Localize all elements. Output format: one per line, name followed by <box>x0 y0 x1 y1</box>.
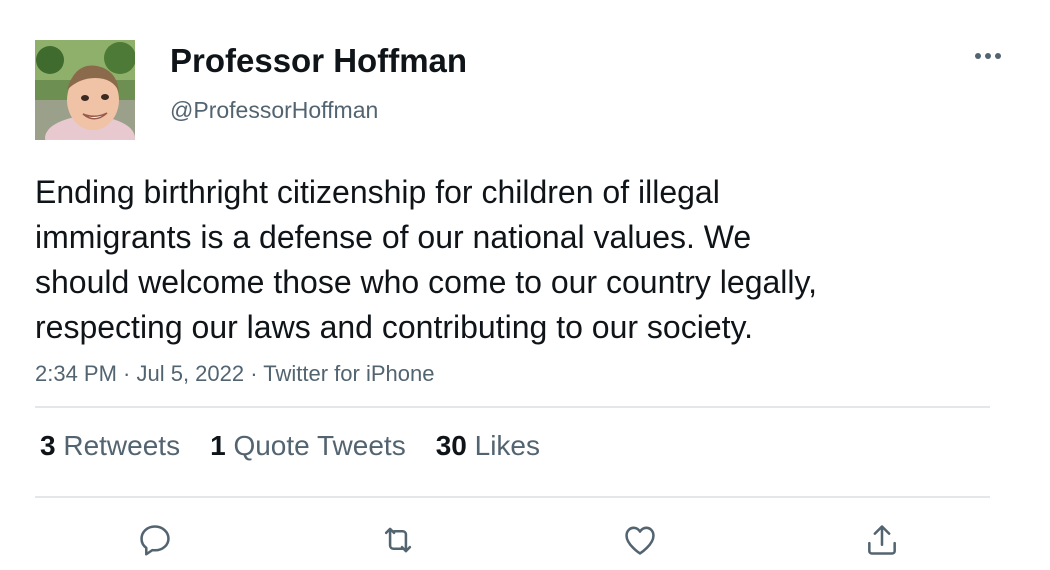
tweet-line: respecting our laws and contributing to … <box>35 309 754 345</box>
reply-bubble-icon <box>140 525 170 556</box>
author-name[interactable]: Professor Hoffman <box>170 42 467 80</box>
divider <box>35 406 990 408</box>
retweet-icon <box>384 527 412 553</box>
heart-icon <box>625 526 655 555</box>
reply-button[interactable] <box>133 518 177 562</box>
engagement-stats: 3 Retweets 1 Quote Tweets 30 Likes <box>40 430 570 462</box>
quote-tweets-label: Quote Tweets <box>233 430 406 461</box>
retweets-stat[interactable]: 3 Retweets <box>40 430 180 462</box>
tweet-text: Ending birthright citizenship for childr… <box>35 170 955 350</box>
tweet-line: should welcome those who come to our cou… <box>35 264 818 300</box>
likes-count: 30 <box>435 430 467 461</box>
more-dots-icon <box>975 53 1001 59</box>
retweets-label: Retweets <box>63 430 181 461</box>
more-options-button[interactable] <box>968 44 1008 68</box>
tweet-meta[interactable]: 2:34 PM · Jul 5, 2022 · Twitter for iPho… <box>35 361 434 387</box>
likes-stat[interactable]: 30 Likes <box>436 430 540 462</box>
retweets-count: 3 <box>40 430 56 461</box>
retweet-button[interactable] <box>376 518 420 562</box>
likes-label: Likes <box>474 430 541 461</box>
divider <box>35 496 990 498</box>
tweet-line: Ending birthright citizenship for childr… <box>35 174 720 210</box>
tweet-line: immigrants is a defense of our national … <box>35 219 752 255</box>
quote-tweets-stat[interactable]: 1 Quote Tweets <box>210 430 406 462</box>
avatar[interactable] <box>35 40 135 140</box>
avatar-photo <box>35 40 135 140</box>
share-upload-icon <box>868 525 896 555</box>
like-button[interactable] <box>618 518 662 562</box>
author-handle[interactable]: @ProfessorHoffman <box>170 97 378 124</box>
quote-tweets-count: 1 <box>210 430 226 461</box>
share-button[interactable] <box>860 518 904 562</box>
